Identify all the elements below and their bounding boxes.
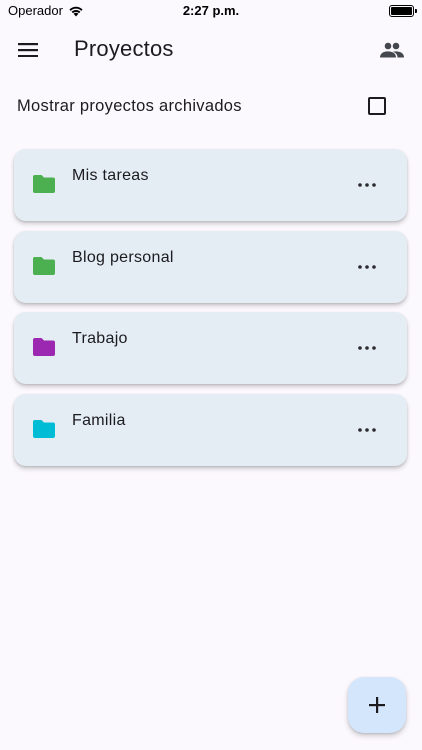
more-options-button[interactable] xyxy=(355,258,379,276)
more-options-button[interactable] xyxy=(355,339,379,357)
battery-icon xyxy=(389,5,417,17)
status-bar: Operador 2:27 p.m. xyxy=(0,0,422,22)
archived-projects-checkbox[interactable] xyxy=(368,97,386,115)
more-options-button[interactable] xyxy=(355,176,379,194)
project-name: Trabajo xyxy=(72,330,128,347)
screen: Operador 2:27 p.m. Proyectos Mostrar pro… xyxy=(0,0,422,750)
people-icon xyxy=(380,42,404,58)
project-name: Blog personal xyxy=(72,248,174,266)
more-horizontal-icon xyxy=(358,183,376,187)
project-name: Familia xyxy=(72,411,126,429)
menu-icon xyxy=(18,43,38,57)
people-button[interactable] xyxy=(376,34,408,66)
more-horizontal-icon xyxy=(358,264,376,269)
project-card[interactable]: Trabajo xyxy=(14,312,407,384)
project-card[interactable]: Familia xyxy=(14,393,407,466)
more-horizontal-icon xyxy=(358,346,376,350)
more-options-button[interactable] xyxy=(355,421,379,439)
page-title: Proyectos xyxy=(74,36,174,61)
project-list: Mis tareas Blog personal Trabajo Familia xyxy=(14,149,407,475)
more-horizontal-icon xyxy=(358,427,376,432)
project-card[interactable]: Blog personal xyxy=(14,230,407,303)
status-time: 2:27 p.m. xyxy=(182,3,240,18)
folder-icon xyxy=(33,338,55,356)
folder-icon xyxy=(33,419,55,438)
battery-fill xyxy=(391,7,412,15)
archived-projects-label: Mostrar proyectos archivados xyxy=(17,97,242,115)
plus-icon xyxy=(369,697,385,713)
archived-projects-row[interactable]: Mostrar proyectos archivados xyxy=(0,88,422,126)
project-name: Mis tareas xyxy=(72,167,149,184)
add-project-button[interactable] xyxy=(348,677,406,733)
folder-icon xyxy=(33,175,55,193)
folder-icon xyxy=(33,256,55,275)
app-bar: Proyectos xyxy=(0,22,422,78)
project-card[interactable]: Mis tareas xyxy=(14,149,407,221)
menu-button[interactable] xyxy=(12,34,44,66)
